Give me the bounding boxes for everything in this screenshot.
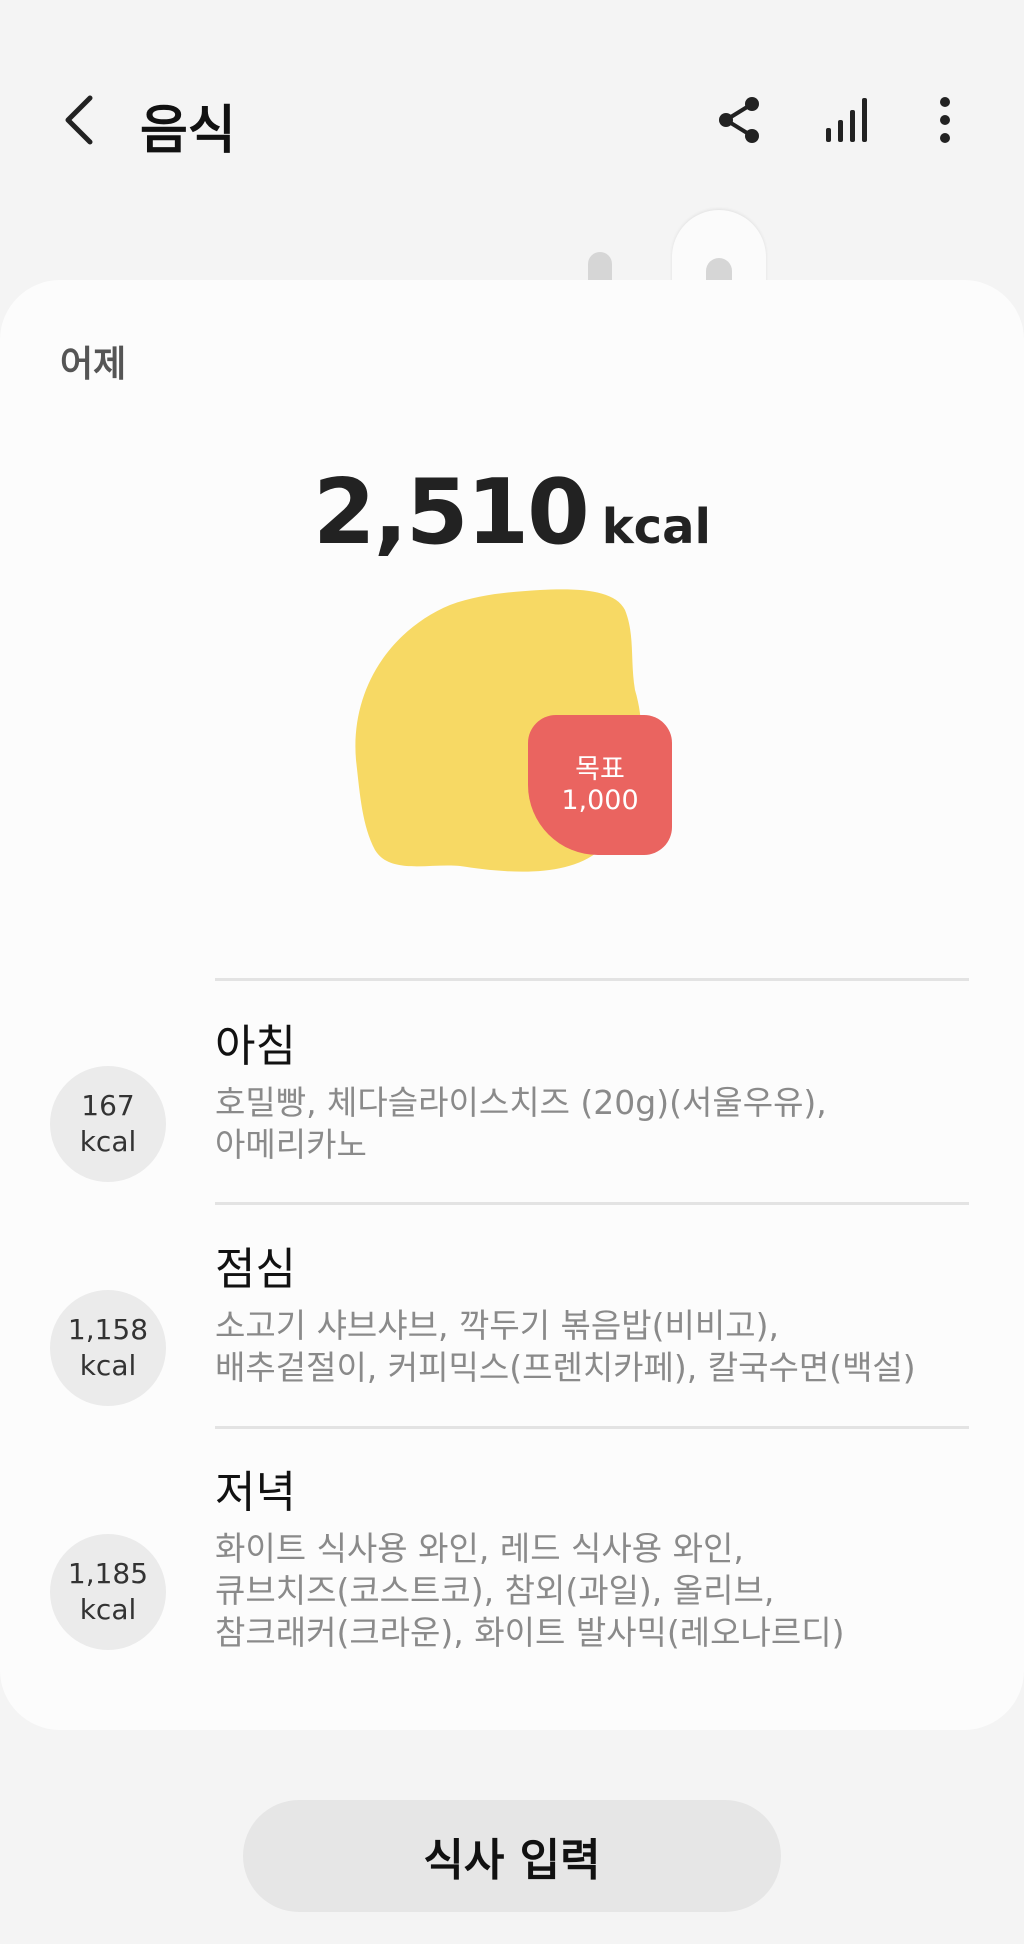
share-icon	[719, 97, 759, 143]
meal-items-line: 호밀빵, 체다슬라이스치즈 (20g)(서울우유),	[215, 1083, 827, 1122]
divider	[215, 1202, 969, 1205]
bar-chart-icon	[826, 98, 867, 142]
meal-items-line: 배추겉절이, 커피믹스(프렌치카페), 칼국수면(백설)	[215, 1348, 916, 1387]
page-title: 음식	[140, 101, 236, 161]
more-vert-icon	[940, 97, 950, 143]
statistics-button[interactable]	[818, 90, 878, 150]
food-screen: 음식 어제 2,510 kcal 목표 1,000 167 kcal 아침 호밀…	[0, 0, 1024, 1944]
meal-items: 소고기 샤브샤브, 깍두기 볶음밥(비비고), 배추겉절이, 커피믹스(프렌치카…	[215, 1305, 975, 1389]
meal-name: 점심	[215, 1244, 296, 1295]
daily-summary-card: 어제 2,510 kcal 목표 1,000 167 kcal 아침 호밀빵, 체…	[0, 280, 1024, 1730]
add-meal-button[interactable]: 식사 입력	[243, 1800, 781, 1912]
chevron-left-icon	[65, 95, 93, 145]
meal-kcal-badge: 1,185 kcal	[50, 1534, 166, 1650]
meal-kcal-value: 167	[81, 1089, 135, 1122]
meal-items-line: 아메리카노	[215, 1125, 367, 1164]
goal-badge: 목표 1,000	[528, 715, 672, 855]
app-bar: 음식	[0, 60, 1024, 180]
meal-kcal-unit: kcal	[79, 1349, 137, 1382]
meal-items: 호밀빵, 체다슬라이스치즈 (20g)(서울우유), 아메리카노	[215, 1082, 975, 1166]
more-options-button[interactable]	[915, 90, 975, 150]
meal-kcal-badge: 1,158 kcal	[50, 1290, 166, 1406]
meal-name: 아침	[215, 1021, 296, 1072]
day-label: 어제	[60, 344, 127, 385]
meal-items-line: 참크래커(크라운), 화이트 발사믹(레오나르디)	[215, 1613, 845, 1652]
meal-items-line: 소고기 샤브샤브, 깍두기 볶음밥(비비고),	[215, 1306, 779, 1345]
meal-name: 저녁	[215, 1467, 296, 1518]
meal-kcal-badge: 167 kcal	[50, 1066, 166, 1182]
meal-kcal-value: 1,158	[67, 1313, 149, 1346]
meal-kcal-unit: kcal	[79, 1593, 137, 1626]
meal-items-line: 화이트 식사용 와인, 레드 식사용 와인,	[215, 1529, 744, 1568]
meal-items-line: 큐브치즈(코스트코), 참외(과일), 올리브,	[215, 1571, 775, 1610]
total-kcal-unit: kcal	[601, 499, 711, 555]
total-calories: 2,510 kcal	[0, 460, 1024, 565]
meal-kcal-value: 1,185	[67, 1557, 149, 1590]
meal-kcal-unit: kcal	[79, 1125, 137, 1158]
back-button[interactable]	[50, 90, 110, 150]
divider	[215, 978, 969, 981]
meal-items: 화이트 식사용 와인, 레드 식사용 와인, 큐브치즈(코스트코), 참외(과일…	[215, 1528, 975, 1654]
total-kcal-value: 2,510	[313, 460, 590, 565]
share-button[interactable]	[710, 90, 770, 150]
goal-label: 목표	[575, 754, 625, 785]
goal-value: 1,000	[561, 785, 639, 816]
divider	[215, 1426, 969, 1429]
